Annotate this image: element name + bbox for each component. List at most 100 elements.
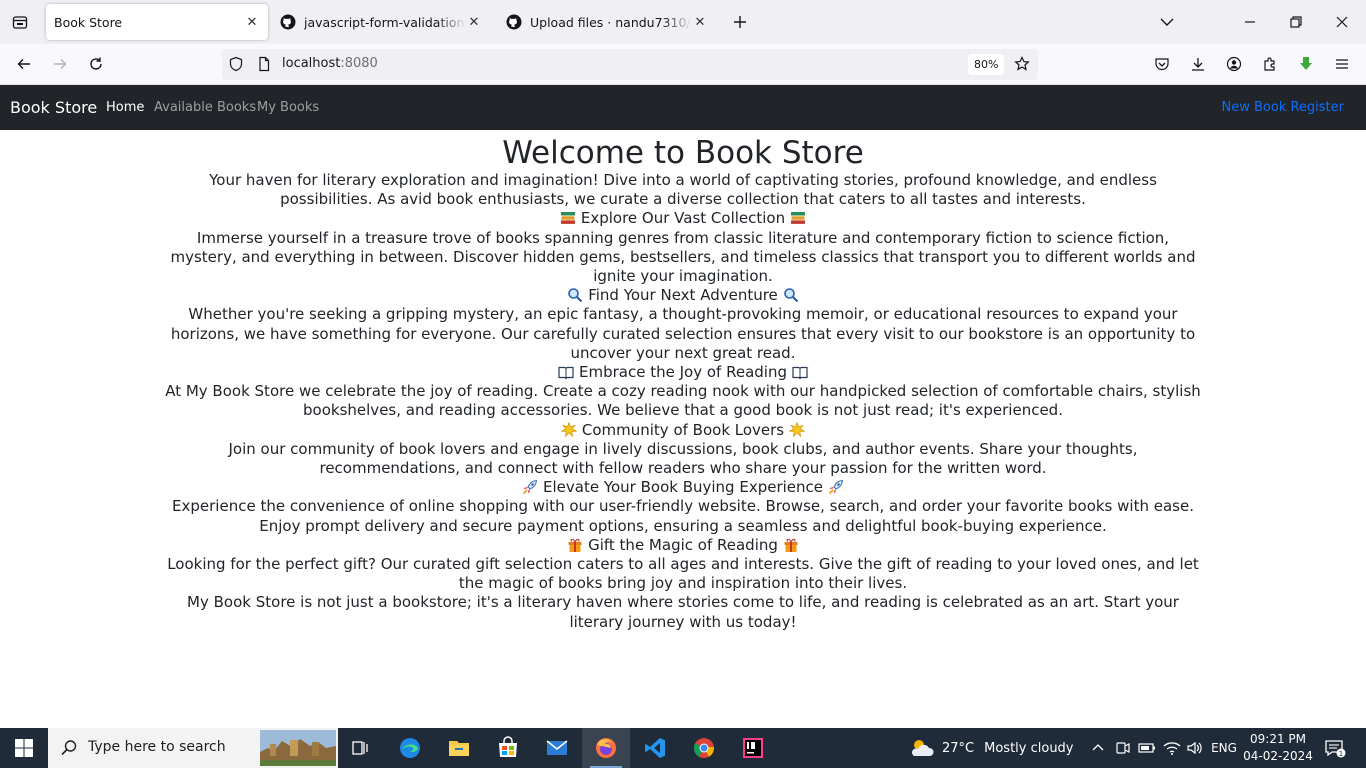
site-navbar: Book Store Home Available Books My Books… bbox=[0, 85, 1366, 130]
edge-browser-icon[interactable] bbox=[386, 728, 434, 768]
page-title: Welcome to Book Store bbox=[502, 135, 864, 171]
windows-start-icon[interactable] bbox=[0, 728, 48, 768]
section-heading-community: Community of Book Lovers bbox=[163, 421, 1203, 440]
nav-link-home[interactable]: Home bbox=[106, 100, 144, 115]
firefox-icon[interactable] bbox=[582, 728, 630, 768]
restore-icon[interactable] bbox=[1284, 10, 1308, 34]
tab-book-store[interactable]: Book Store ✕ bbox=[46, 4, 268, 40]
browser-navbar: localhost:8080 80% bbox=[0, 44, 1366, 85]
tracking-protection-shield-icon[interactable] bbox=[224, 52, 248, 76]
books-icon bbox=[561, 212, 576, 225]
close-window-icon[interactable] bbox=[1330, 10, 1354, 34]
search-icon bbox=[61, 740, 77, 756]
extensions-icon[interactable] bbox=[1258, 52, 1282, 76]
notification-center-icon[interactable]: 1 bbox=[1320, 728, 1350, 768]
meet-now-icon[interactable] bbox=[1112, 728, 1134, 768]
section-heading-buying: Elevate Your Book Buying Experience bbox=[163, 478, 1203, 497]
section-text-collection: Immerse yourself in a treasure trove of … bbox=[170, 228, 1196, 286]
section-heading-text: Community of Book Lovers bbox=[581, 420, 785, 439]
weather-desc: Mostly cloudy bbox=[984, 740, 1074, 756]
sparkle-icon bbox=[561, 421, 578, 437]
account-icon[interactable] bbox=[1222, 52, 1246, 76]
url-host: localhost bbox=[282, 56, 341, 71]
browser-tab-strip: Book Store ✕ javascript-form-validation … bbox=[0, 0, 1366, 44]
chrome-icon[interactable] bbox=[680, 728, 728, 768]
rocket-icon bbox=[523, 480, 538, 495]
forward-arrow-icon[interactable] bbox=[48, 52, 72, 76]
firefox-view-icon[interactable] bbox=[8, 10, 32, 34]
nav-link-available-books[interactable]: Available Books bbox=[154, 100, 256, 115]
search-placeholder: Type here to search bbox=[88, 739, 226, 755]
gift-icon bbox=[568, 538, 582, 552]
tab-close-icon[interactable]: ✕ bbox=[466, 14, 482, 30]
url-bar[interactable]: localhost:8080 80% bbox=[222, 49, 1038, 80]
back-arrow-icon[interactable] bbox=[12, 52, 36, 76]
rocket-icon bbox=[828, 480, 843, 495]
clock-time: 09:21 PM bbox=[1250, 732, 1306, 746]
system-clock[interactable]: 09:21 PM 04-02-2024 bbox=[1238, 731, 1318, 765]
download-manager-extension-icon[interactable] bbox=[1294, 52, 1318, 76]
reload-icon[interactable] bbox=[84, 52, 108, 76]
tab-title: Upload files · nandu7310/BookStore bbox=[530, 14, 692, 30]
windows-taskbar: Type here to search 27°C Mostly cloudy E… bbox=[0, 728, 1366, 768]
intellij-idea-icon[interactable] bbox=[729, 728, 777, 768]
list-all-tabs-chevron-icon[interactable] bbox=[1155, 10, 1179, 34]
section-heading-text: Elevate Your Book Buying Experience bbox=[543, 478, 823, 497]
file-explorer-icon[interactable] bbox=[435, 728, 483, 768]
show-hidden-icons-chevron-icon[interactable] bbox=[1088, 728, 1108, 768]
section-heading-collection: Explore Our Vast Collection bbox=[163, 209, 1203, 228]
page-info-icon[interactable] bbox=[252, 52, 276, 76]
tab-close-icon[interactable]: ✕ bbox=[244, 14, 260, 30]
zoom-level-badge[interactable]: 80% bbox=[968, 54, 1005, 75]
tab-title: javascript-form-validation · GitHub bbox=[304, 14, 466, 30]
new-tab-plus-icon[interactable] bbox=[728, 10, 752, 34]
url-text[interactable]: localhost:8080 bbox=[282, 56, 378, 71]
bookmark-star-icon[interactable] bbox=[1010, 52, 1034, 76]
magnifier-icon bbox=[568, 288, 583, 303]
weather-widget[interactable]: 27°C Mostly cloudy bbox=[908, 728, 1074, 768]
welcome-content: Welcome to Book Store Your haven for lit… bbox=[163, 135, 1203, 632]
tab-upload-files[interactable]: Upload files · nandu7310/BookStore ✕ bbox=[498, 4, 716, 40]
books-icon bbox=[790, 212, 805, 225]
partly-cloudy-icon bbox=[911, 740, 934, 756]
nav-link-my-books[interactable]: My Books bbox=[257, 100, 319, 115]
microsoft-store-icon[interactable] bbox=[484, 728, 532, 768]
section-heading-text: Explore Our Vast Collection bbox=[580, 209, 786, 228]
tab-close-icon[interactable]: ✕ bbox=[692, 14, 708, 30]
section-heading-gift: Gift the Magic of Reading bbox=[163, 536, 1203, 555]
volume-icon[interactable] bbox=[1184, 728, 1206, 768]
battery-icon[interactable] bbox=[1136, 728, 1158, 768]
sparkle-icon bbox=[788, 421, 805, 437]
language-indicator[interactable]: ENG bbox=[1208, 728, 1240, 768]
open-book-icon bbox=[792, 366, 808, 380]
section-text-adventure: Whether you're seeking a gripping myster… bbox=[170, 305, 1196, 362]
section-text-community: Join our community of book lovers and en… bbox=[228, 439, 1138, 478]
new-book-register-link[interactable]: New Book Register bbox=[1222, 100, 1345, 115]
wifi-icon[interactable] bbox=[1160, 728, 1184, 768]
section-heading-text: Embrace the Joy of Reading bbox=[579, 363, 787, 382]
intro-paragraph: Your haven for literary exploration and … bbox=[209, 171, 1157, 209]
search-highlight-landscape-icon bbox=[260, 730, 336, 766]
vs-code-icon[interactable] bbox=[631, 728, 679, 768]
notification-count: 1 bbox=[1339, 750, 1343, 758]
minimize-icon[interactable] bbox=[1238, 10, 1262, 34]
section-text-joy: At My Book Store we celebrate the joy of… bbox=[165, 382, 1201, 420]
weather-temp: 27°C bbox=[942, 740, 975, 756]
section-text-gift: Looking for the perfect gift? Our curate… bbox=[167, 555, 1199, 593]
github-icon bbox=[506, 14, 522, 30]
clock-date: 04-02-2024 bbox=[1243, 749, 1313, 763]
mail-icon[interactable] bbox=[533, 728, 581, 768]
downloads-icon[interactable] bbox=[1186, 52, 1210, 76]
site-brand[interactable]: Book Store bbox=[10, 98, 97, 117]
open-book-icon bbox=[558, 366, 574, 380]
task-view-icon[interactable] bbox=[336, 728, 384, 768]
taskbar-search-box[interactable]: Type here to search bbox=[48, 728, 338, 768]
tab-javascript-form-validation[interactable]: javascript-form-validation · GitHub ✕ bbox=[272, 4, 490, 40]
section-text-buying: Experience the convenience of online sho… bbox=[172, 497, 1194, 535]
hamburger-menu-icon[interactable] bbox=[1330, 52, 1354, 76]
pocket-icon[interactable] bbox=[1150, 52, 1174, 76]
tab-title: Book Store bbox=[54, 14, 123, 30]
web-page: Book Store Home Available Books My Books… bbox=[0, 85, 1366, 728]
section-heading-text: Find Your Next Adventure bbox=[588, 286, 778, 305]
url-port: :8080 bbox=[340, 56, 378, 71]
